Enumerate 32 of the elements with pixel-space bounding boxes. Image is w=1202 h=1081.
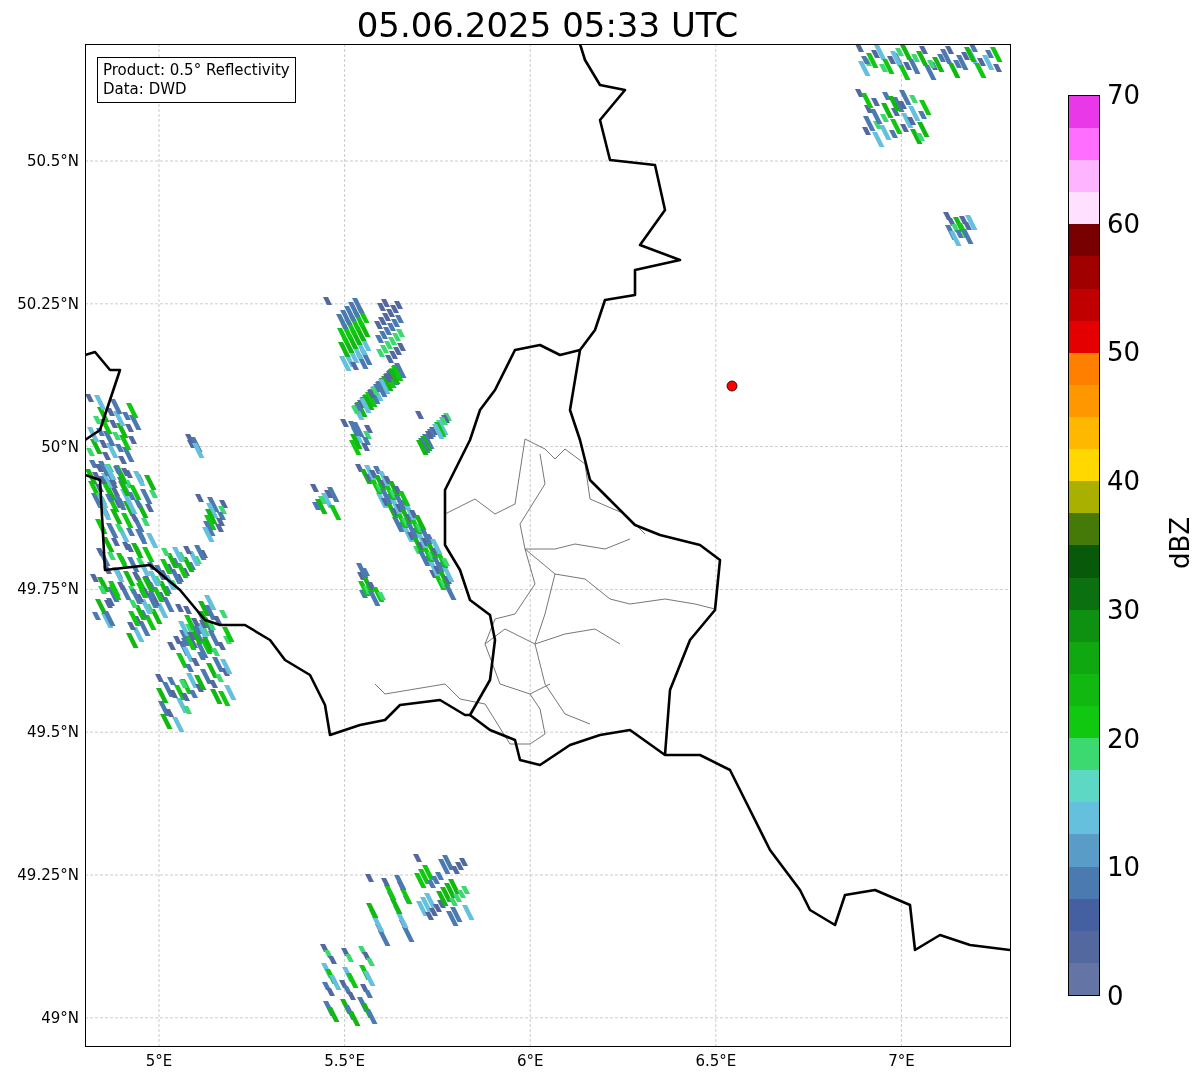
chart-title: 05.06.2025 05:33 UTC (355, 4, 740, 46)
colorbar-tick-label: 50 (1107, 337, 1141, 368)
colorbar-tick-label: 30 (1107, 594, 1141, 625)
radar-echo (943, 212, 978, 246)
colorbar-tick-label: 60 (1107, 208, 1141, 239)
radar-echo (413, 854, 475, 926)
colorbar-label: dBZ (1165, 515, 1195, 572)
latitude-tick-label: 50.25°N (16, 294, 79, 313)
radar-echo (195, 494, 228, 542)
legend-text: Data: DWD (103, 80, 188, 99)
colorbar-tick-label: 10 (1107, 852, 1141, 883)
latitude-tick-label: 49°N (40, 1008, 79, 1027)
latitude-tick-label: 49.5°N (25, 723, 79, 742)
radar-echo (310, 484, 342, 520)
longitude-tick-label: 5.5°E (323, 1052, 366, 1070)
longitude-tick-label: 6°E (515, 1052, 545, 1070)
latitude-tick-label: 50.5°N (25, 152, 79, 170)
location-marker (726, 380, 738, 392)
radar-echo (185, 434, 205, 458)
longitude-tick-label: 5°E (144, 1052, 174, 1070)
latitude-tick-label: 49.25°N (16, 866, 79, 884)
radar-echo (365, 874, 415, 946)
colorbar-tick-label: 20 (1107, 723, 1141, 754)
colorbar-tick-label: 40 (1107, 466, 1141, 497)
longitude-tick-label: 6.5°E (694, 1052, 738, 1070)
longitude-tick-label: 7°E (887, 1052, 916, 1070)
latitude-tick-label: 50°N (40, 437, 79, 456)
colorbar-tick-label: 70 (1107, 80, 1141, 110)
legend-text: Product: 0.5° Reflectivity (103, 61, 290, 80)
radar-echo (415, 411, 452, 455)
colorbar-tick-label: 0 (1107, 981, 1124, 1011)
latitude-tick-label: 49.75°N (16, 580, 79, 599)
